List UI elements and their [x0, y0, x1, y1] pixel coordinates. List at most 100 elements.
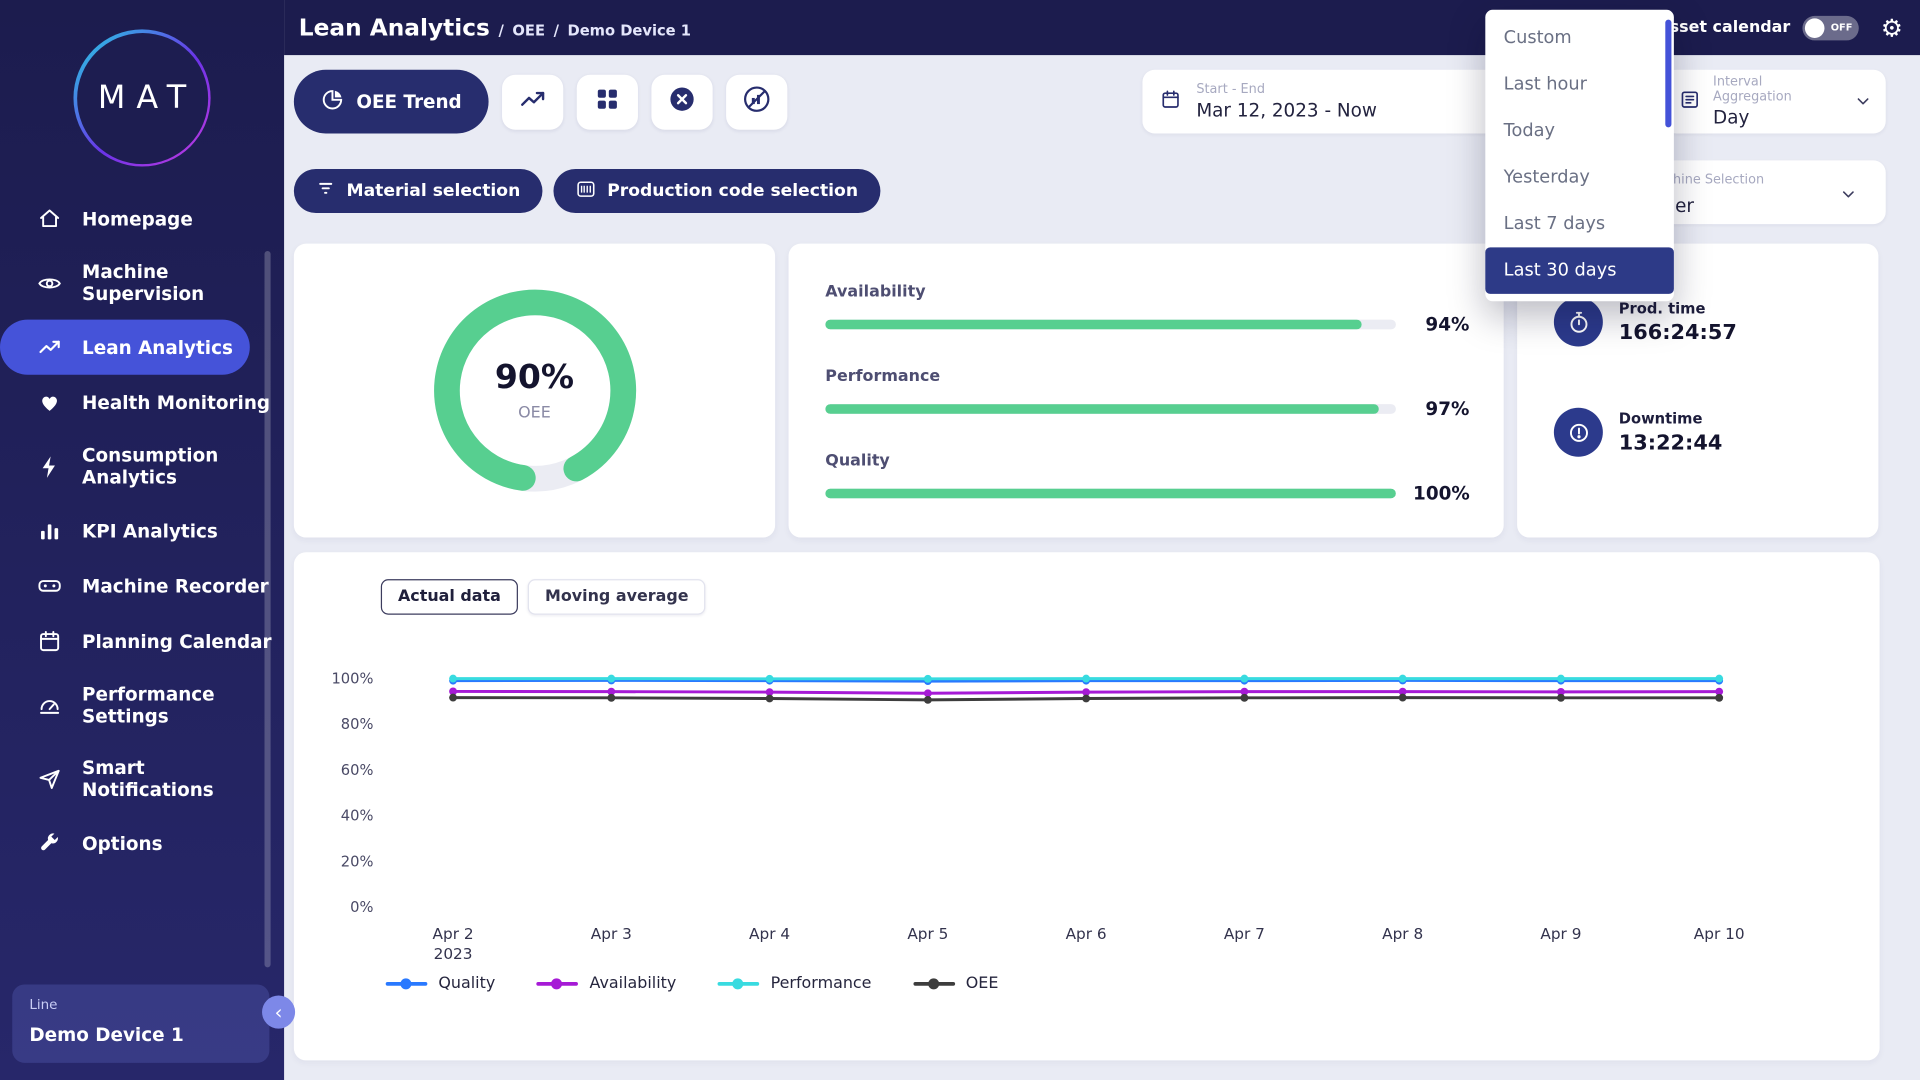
- sidebar-item-label: Machine Recorder: [82, 575, 269, 597]
- svg-text:Apr 4: Apr 4: [749, 925, 790, 943]
- sidebar-item-machine-supervision[interactable]: Machine Supervision: [0, 246, 284, 319]
- svg-text:Apr 2: Apr 2: [433, 925, 474, 943]
- clear-selection-button[interactable]: [651, 74, 712, 129]
- dropdown-item-custom[interactable]: Custom: [1485, 15, 1674, 62]
- legend-label: Quality: [438, 975, 495, 993]
- svg-text:Apr 8: Apr 8: [1382, 925, 1423, 943]
- legend-item[interactable]: Performance: [718, 975, 872, 993]
- metric-performance: Performance 97%: [825, 367, 1469, 420]
- oee-gauge-value: 90%: [495, 359, 574, 397]
- device-card[interactable]: Line Demo Device 1: [12, 984, 269, 1062]
- device-type-label: Line: [29, 997, 252, 1013]
- legend-item[interactable]: Availability: [537, 975, 676, 993]
- sidebar-item-consumption-analytics[interactable]: Consumption Analytics: [0, 430, 284, 503]
- sidebar-collapse-button[interactable]: ‹: [262, 996, 295, 1029]
- date-range-value: Mar 12, 2023 - Now: [1196, 99, 1377, 121]
- legend-marker: [718, 982, 760, 986]
- asset-calendar-toggle[interactable]: OFF: [1803, 15, 1859, 39]
- header-actions: Asset calendar OFF ⚙: [1657, 15, 1903, 39]
- trend-chart-svg: 0%20%40%60%80%100%Apr 22023Apr 3Apr 4Apr…: [294, 627, 1880, 970]
- metric-quality: Quality 100%: [825, 452, 1469, 505]
- dropdown-item-today[interactable]: Today: [1485, 108, 1674, 155]
- toggle-state-label: OFF: [1831, 22, 1853, 33]
- tab-actual-data[interactable]: Actual data: [381, 579, 518, 615]
- stat-label: Prod. time: [1619, 299, 1737, 316]
- metric-percent: 100%: [1413, 482, 1469, 504]
- trend-view-button[interactable]: [502, 74, 563, 129]
- sidebar-item-label: Machine Supervision: [82, 261, 272, 305]
- sidebar-item-performance-settings[interactable]: Performance Settings: [0, 669, 284, 742]
- no-chart-button[interactable]: [726, 74, 787, 129]
- sidebar-item-health-monitoring[interactable]: Health Monitoring: [0, 375, 284, 430]
- gear-icon[interactable]: ⚙: [1881, 15, 1903, 39]
- dropdown-item-last-7-days[interactable]: Last 7 days: [1485, 201, 1674, 248]
- legend-item[interactable]: Quality: [386, 975, 496, 993]
- calendar-icon: [37, 628, 64, 654]
- svg-text:80%: 80%: [341, 716, 374, 733]
- svg-text:0%: 0%: [350, 899, 373, 916]
- stat-label: Downtime: [1619, 410, 1723, 427]
- chart-legend: Quality Availability Performance OEE: [386, 975, 1880, 993]
- pie-chart-icon: [321, 88, 344, 116]
- grid-icon: [594, 86, 621, 118]
- chart-slash-icon: [742, 84, 771, 118]
- sidebar-item-label: Homepage: [82, 208, 193, 230]
- speedometer-icon: [37, 692, 64, 718]
- sidebar-item-label: Planning Calendar: [82, 630, 272, 652]
- dropdown-item-last-30-days[interactable]: Last 30 days: [1485, 247, 1674, 294]
- dropdown-item-last-hour[interactable]: Last hour: [1485, 61, 1674, 108]
- sidebar-item-machine-recorder[interactable]: Machine Recorder: [0, 558, 284, 613]
- legend-item[interactable]: OEE: [913, 975, 998, 993]
- legend-marker: [913, 982, 955, 986]
- metric-label: Availability: [825, 283, 1469, 301]
- sidebar-item-label: Health Monitoring: [82, 391, 270, 413]
- stat-value: 13:22:44: [1619, 430, 1723, 454]
- dropdown-scrollbar[interactable]: [1665, 20, 1671, 128]
- metric-label: Quality: [825, 452, 1469, 470]
- progress-track: [825, 489, 1396, 499]
- close-circle-icon: [667, 84, 696, 118]
- interval-aggregation-select[interactable]: Interval Aggregation Day: [1664, 70, 1886, 134]
- breadcrumb-separator: /: [498, 21, 503, 38]
- trend-line-icon: [518, 84, 547, 118]
- sidebar-item-kpi-analytics[interactable]: KPI Analytics: [0, 503, 284, 558]
- bar-chart-icon: [37, 518, 64, 544]
- app: MAT Homepage Machine Supervision Lean An…: [0, 0, 1920, 1080]
- dropdown-item-yesterday[interactable]: Yesterday: [1485, 154, 1674, 201]
- sidebar-item-lean-analytics[interactable]: Lean Analytics: [0, 320, 250, 375]
- sidebar-item-options[interactable]: Options: [0, 816, 284, 871]
- production-code-selection-label: Production code selection: [607, 181, 858, 201]
- calendar-start-icon: [1160, 88, 1182, 115]
- tab-moving-average[interactable]: Moving average: [528, 579, 706, 615]
- stat-value: 166:24:57: [1619, 320, 1737, 344]
- prod-time-stat: Prod. time 166:24:57: [1554, 298, 1878, 347]
- barcode-icon: [575, 178, 596, 204]
- metric-percent: 94%: [1413, 313, 1469, 335]
- logo-ring: MAT: [73, 29, 210, 166]
- legend-label: OEE: [966, 975, 999, 993]
- sidebar-item-planning-calendar[interactable]: Planning Calendar: [0, 613, 284, 668]
- production-code-selection-button[interactable]: Production code selection: [553, 169, 880, 213]
- sidebar-scrollbar[interactable]: [264, 251, 270, 967]
- sidebar-item-label: Options: [82, 832, 162, 854]
- oee-trend-button[interactable]: OEE Trend: [294, 70, 489, 134]
- svg-text:Apr 7: Apr 7: [1224, 925, 1265, 943]
- svg-text:100%: 100%: [331, 670, 373, 687]
- line-chart-icon: [37, 334, 64, 360]
- svg-text:20%: 20%: [341, 853, 374, 870]
- grid-view-button[interactable]: [577, 74, 638, 129]
- interval-calendar-icon: [1679, 88, 1701, 115]
- recorder-icon: [37, 573, 64, 599]
- sidebar-item-homepage[interactable]: Homepage: [0, 191, 284, 246]
- oee-gauge-text: 90% OEE: [424, 280, 644, 500]
- svg-text:60%: 60%: [341, 762, 374, 779]
- material-selection-button[interactable]: Material selection: [294, 169, 542, 213]
- toggle-knob: [1805, 18, 1825, 38]
- progress-track: [825, 320, 1396, 330]
- progress-track: [825, 404, 1396, 414]
- asset-calendar-label: Asset calendar: [1657, 18, 1790, 36]
- metric-label: Performance: [825, 367, 1469, 385]
- breadcrumb-section: OEE: [512, 21, 545, 38]
- sidebar-item-smart-notifications[interactable]: Smart Notifications: [0, 742, 284, 815]
- sidebar-item-label: KPI Analytics: [82, 520, 218, 542]
